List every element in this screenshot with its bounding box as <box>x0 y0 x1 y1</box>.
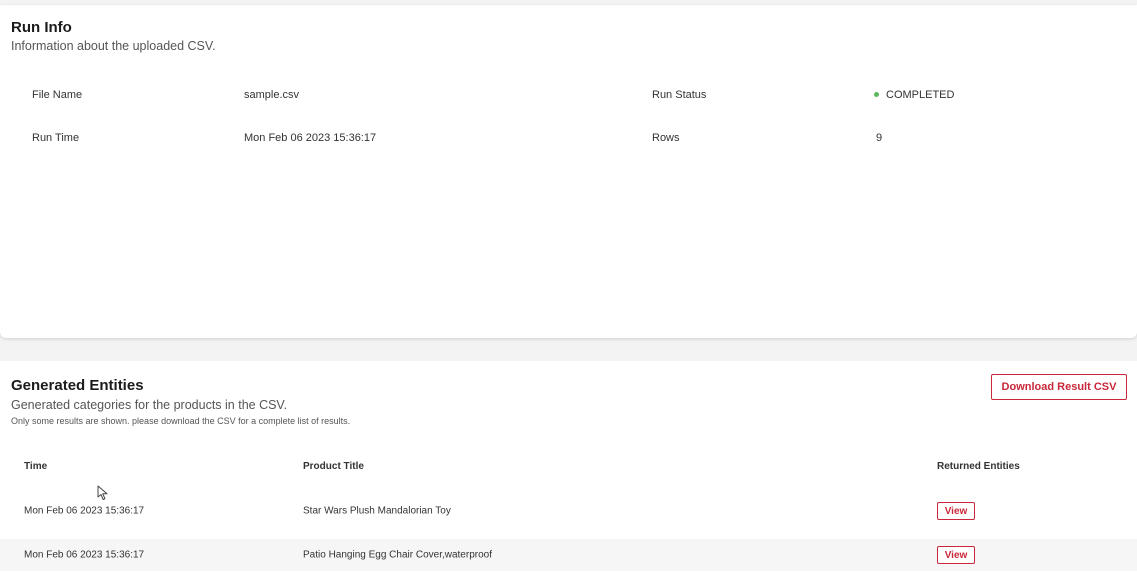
table-row: Mon Feb 06 2023 15:36:17 Patio Hanging E… <box>0 539 1137 571</box>
rows-value: 9 <box>876 132 883 144</box>
rows-label: Rows <box>652 132 680 144</box>
run-status-value: COMPLETED <box>874 89 954 101</box>
column-header-time: Time <box>24 461 48 472</box>
table-row: Mon Feb 06 2023 15:36:17 Star Wars Plush… <box>0 495 1137 527</box>
run-time-label: Run Time <box>32 132 80 144</box>
run-info-card: Run Info Information about the uploaded … <box>0 5 1137 338</box>
file-name-label: File Name <box>32 89 83 101</box>
column-header-product-title: Product Title <box>303 461 364 472</box>
row-product-title: Patio Hanging Egg Chair Cover,waterproof <box>303 549 492 561</box>
entities-note: Only some results are shown. please down… <box>11 416 351 426</box>
run-info-title: Run Info <box>11 19 72 36</box>
row-time: Mon Feb 06 2023 15:36:17 <box>24 549 145 561</box>
mouse-cursor-icon <box>97 485 108 500</box>
file-name-value: sample.csv <box>244 89 300 101</box>
column-header-returned-entities: Returned Entities <box>937 461 1020 472</box>
entities-subtitle: Generated categories for the products in… <box>11 398 288 412</box>
status-dot-icon <box>874 91 879 97</box>
view-button[interactable]: View <box>937 546 975 564</box>
download-result-csv-button[interactable]: Download Result CSV <box>991 374 1127 400</box>
run-status-text: COMPLETED <box>886 89 955 101</box>
entities-title: Generated Entities <box>11 377 144 394</box>
generated-entities-card: Generated Entities Generated categories … <box>0 361 1137 573</box>
run-status-label: Run Status <box>652 89 707 101</box>
run-info-subtitle: Information about the uploaded CSV. <box>11 39 216 53</box>
run-time-value: Mon Feb 06 2023 15:36:17 <box>244 132 377 144</box>
view-button[interactable]: View <box>937 502 975 520</box>
row-time: Mon Feb 06 2023 15:36:17 <box>24 505 145 517</box>
row-product-title: Star Wars Plush Mandalorian Toy <box>303 505 451 517</box>
